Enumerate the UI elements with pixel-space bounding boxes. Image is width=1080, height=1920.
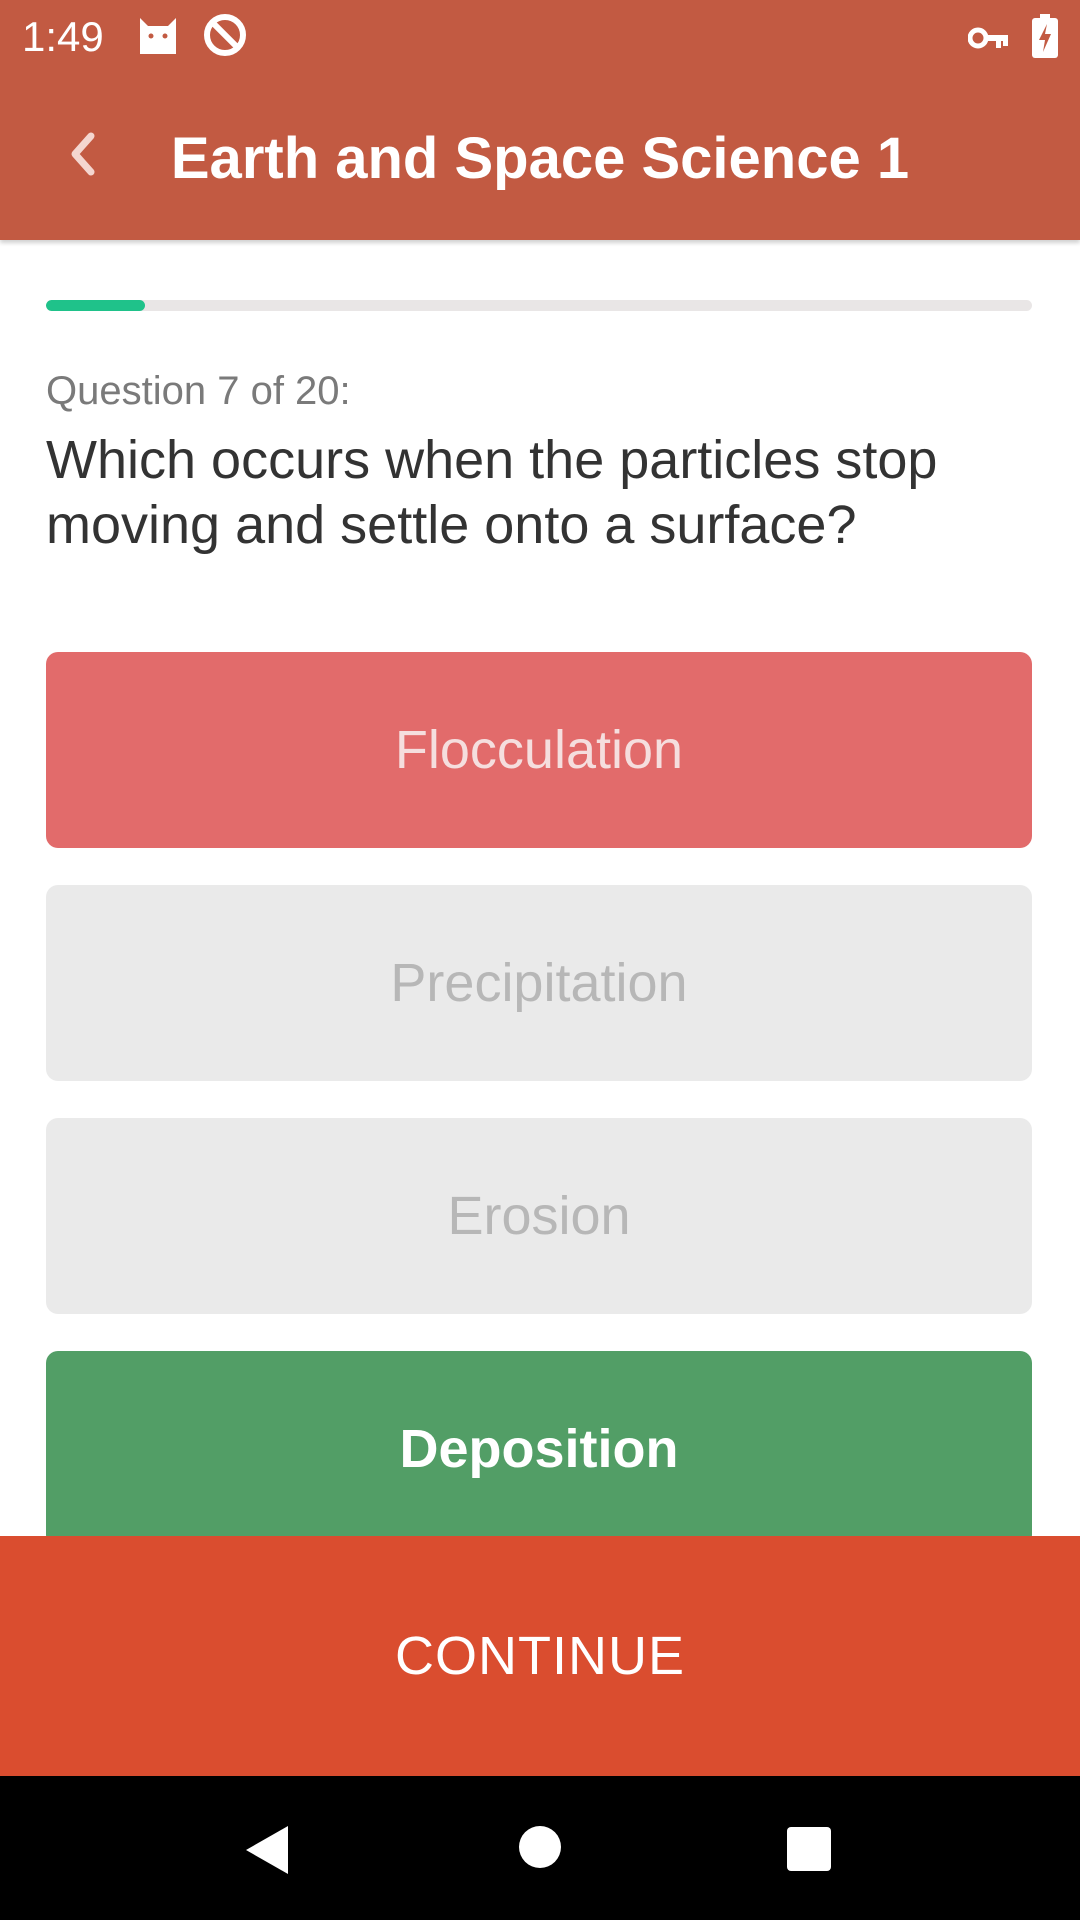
back-triangle-icon[interactable] (242, 1824, 290, 1881)
status-time: 1:49 (22, 13, 104, 60)
home-circle-icon[interactable] (517, 1824, 563, 1875)
battery-charging-icon (1032, 14, 1058, 63)
vpn-key-icon (967, 24, 1010, 57)
answer-label: Flocculation (394, 720, 684, 780)
quiz-progress-fill (46, 300, 145, 311)
question-number: Question 7 of 20: (46, 369, 351, 413)
continue-label: CONTINUE (395, 1626, 685, 1686)
cat-icon (136, 12, 180, 61)
answer-option-flocculation[interactable]: Flocculation (46, 652, 1032, 848)
answer-label: Precipitation (390, 953, 688, 1013)
question-text: Which occurs when the particles stop mov… (46, 430, 938, 555)
app-bar: 1:49 Earth and Space Science 1 (0, 0, 1080, 240)
blocked-circle-icon (202, 12, 248, 63)
quiz-progress-bar (46, 300, 1032, 311)
recents-square-icon[interactable] (786, 1826, 832, 1877)
answer-option-erosion[interactable]: Erosion (46, 1118, 1032, 1314)
page-title: Earth and Space Science 1 (170, 126, 910, 191)
answer-option-deposition[interactable]: Deposition (46, 1351, 1032, 1547)
system-nav-bar (0, 1776, 1080, 1920)
answer-label: Deposition (399, 1419, 679, 1479)
continue-button[interactable]: CONTINUE (0, 1536, 1080, 1776)
answer-option-precipitation[interactable]: Precipitation (46, 885, 1032, 1081)
answer-label: Erosion (447, 1186, 631, 1246)
